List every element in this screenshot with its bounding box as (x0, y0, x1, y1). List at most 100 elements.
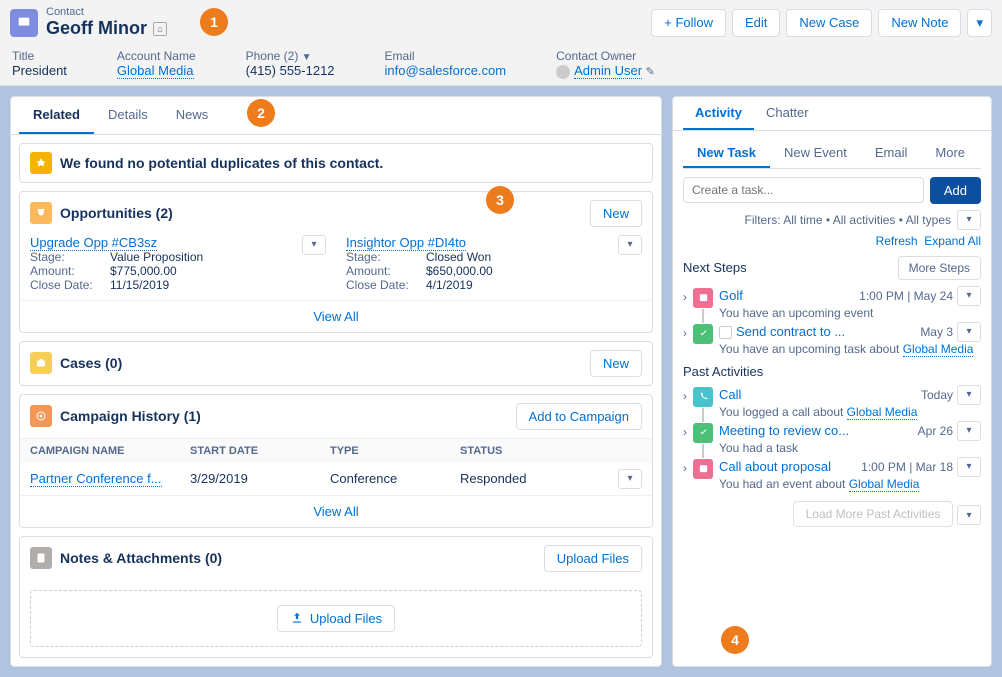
add-task-button[interactable]: Add (930, 177, 981, 204)
activity-row-menu[interactable]: ▾ (957, 457, 981, 477)
upload-files-button[interactable]: Upload Files (544, 545, 642, 572)
activity-description: You had an event about Global Media (719, 477, 981, 491)
new-case-button[interactable]: New Case (786, 9, 872, 37)
task-checkbox[interactable] (719, 326, 732, 339)
filter-menu[interactable]: ▾ (957, 210, 981, 230)
follow-button[interactable]: + Follow (651, 9, 726, 37)
callout-1: 1 (200, 8, 228, 36)
callout-2: 2 (247, 99, 275, 127)
activity-description: You logged a call about Global Media (719, 405, 981, 419)
upload-files-zone-button[interactable]: Upload Files (277, 605, 395, 632)
activity-subject-link[interactable]: Call (719, 387, 741, 402)
activity-subject-link[interactable]: Send contract to ... (736, 324, 845, 339)
page-header: Contact Geoff Minor ⌂ + Follow Edit New … (0, 0, 1002, 86)
cases-card: Cases (0) New (19, 341, 653, 386)
task-icon (693, 324, 713, 344)
timeline-item: › Send contract to ... May 3 ▾You have an u… (683, 322, 981, 356)
activity-description: You have an upcoming task about Global M… (719, 342, 981, 356)
call-icon (693, 387, 713, 407)
related-record-link[interactable]: Global Media (847, 405, 918, 420)
more-actions-button[interactable]: ▾ (967, 9, 992, 37)
activity-datetime: May 3 (920, 325, 953, 339)
task-icon (693, 423, 713, 443)
activity-subject-link[interactable]: Call about proposal (719, 459, 831, 474)
related-record-link[interactable]: Global Media (903, 342, 974, 357)
opportunities-view-all[interactable]: View All (313, 309, 358, 324)
refresh-link[interactable]: Refresh (876, 234, 918, 248)
create-task-input[interactable] (683, 177, 924, 203)
chevron-right-icon[interactable]: › (683, 389, 687, 403)
field-email: Email info@salesforce.com (385, 49, 507, 79)
load-more-button[interactable]: Load More Past Activities (793, 501, 954, 527)
chevron-right-icon[interactable]: › (683, 425, 687, 439)
campaign-row-menu[interactable]: ▾ (618, 469, 642, 489)
opp-row-menu[interactable]: ▾ (618, 235, 642, 255)
opportunity-item: ▾ Upgrade Opp #CB3sz Stage:Value Proposi… (30, 235, 326, 292)
tab-details[interactable]: Details (94, 97, 162, 134)
tab-activity[interactable]: Activity (683, 97, 754, 130)
new-opportunity-button[interactable]: New (590, 200, 642, 227)
activity-datetime: 1:00 PM | Mar 18 (861, 460, 953, 474)
related-record-link[interactable]: Global Media (849, 477, 920, 492)
campaigns-view-all[interactable]: View All (313, 504, 358, 519)
chevron-right-icon[interactable]: › (683, 461, 687, 475)
new-case-card-button[interactable]: New (590, 350, 642, 377)
opportunity-item: ▾ Insightor Opp #DI4to Stage:Closed Won … (346, 235, 642, 292)
activity-description: You had a task (719, 441, 981, 455)
more-steps-button[interactable]: More Steps (898, 256, 981, 280)
callout-4: 4 (721, 626, 749, 654)
upload-icon (290, 611, 304, 625)
field-account: Account Name Global Media (117, 49, 196, 79)
chevron-right-icon[interactable]: › (683, 326, 687, 340)
activity-row-menu[interactable]: ▾ (957, 385, 981, 405)
activity-subject-link[interactable]: Golf (719, 288, 743, 303)
case-icon (30, 352, 52, 374)
activity-panel: Activity Chatter New Task New Event Emai… (672, 96, 992, 667)
activity-datetime: Today (921, 388, 953, 402)
hierarchy-icon[interactable]: ⌂ (153, 22, 167, 36)
change-owner-icon[interactable]: ✎ (646, 66, 655, 78)
activity-subject-link[interactable]: Meeting to review co... (719, 423, 849, 438)
tab-email[interactable]: Email (861, 139, 922, 168)
activity-datetime: Apr 26 (918, 424, 953, 438)
opportunity-link[interactable]: Insightor Opp #DI4to (346, 235, 466, 251)
chevron-right-icon[interactable]: › (683, 290, 687, 304)
tab-chatter[interactable]: Chatter (754, 97, 821, 130)
notes-title: Notes & Attachments (0) (60, 550, 536, 566)
duplicates-message: We found no potential duplicates of this… (60, 155, 642, 171)
tab-more[interactable]: More (921, 139, 979, 168)
event-icon (693, 288, 713, 308)
campaigns-card: Campaign History (1) Add to Campaign CAM… (19, 394, 653, 528)
timeline-item: › Call about proposal 1:00 PM | Mar 18 ▾You… (683, 457, 981, 491)
account-link[interactable]: Global Media (117, 63, 194, 79)
timeline-item: › Call Today ▾You logged a call about Globa… (683, 385, 981, 419)
tab-news[interactable]: News (162, 97, 223, 134)
new-note-button[interactable]: New Note (878, 9, 961, 37)
activity-row-menu[interactable]: ▾ (957, 322, 981, 342)
activity-row-menu[interactable]: ▾ (957, 421, 981, 441)
add-to-campaign-button[interactable]: Add to Campaign (516, 403, 642, 430)
tab-new-task[interactable]: New Task (683, 139, 770, 168)
record-name: Geoff Minor ⌂ (46, 18, 643, 39)
campaign-icon (30, 405, 52, 427)
activity-action-tabs: New Task New Event Email More (683, 139, 981, 169)
campaign-link[interactable]: Partner Conference f... (30, 471, 162, 487)
email-link[interactable]: info@salesforce.com (385, 63, 507, 78)
expand-all-link[interactable]: Expand All (924, 234, 981, 248)
edit-button[interactable]: Edit (732, 9, 780, 37)
tab-new-event[interactable]: New Event (770, 139, 861, 168)
load-more-menu[interactable]: ▾ (957, 505, 981, 525)
opp-row-menu[interactable]: ▾ (302, 235, 326, 255)
left-panel: Related Details News 2 We found no poten… (10, 96, 662, 667)
field-title: Title President (12, 49, 67, 79)
event-icon (693, 459, 713, 479)
contact-object-icon (10, 9, 38, 37)
opportunity-link[interactable]: Upgrade Opp #CB3sz (30, 235, 157, 251)
activity-row-menu[interactable]: ▾ (957, 286, 981, 306)
callout-3: 3 (486, 186, 514, 214)
owner-link[interactable]: Admin User (574, 63, 642, 79)
activity-description: You have an upcoming event (719, 306, 981, 320)
record-name-text: Geoff Minor (46, 18, 147, 39)
tab-related[interactable]: Related (19, 97, 94, 134)
upload-dropzone[interactable]: Upload Files (30, 590, 642, 647)
